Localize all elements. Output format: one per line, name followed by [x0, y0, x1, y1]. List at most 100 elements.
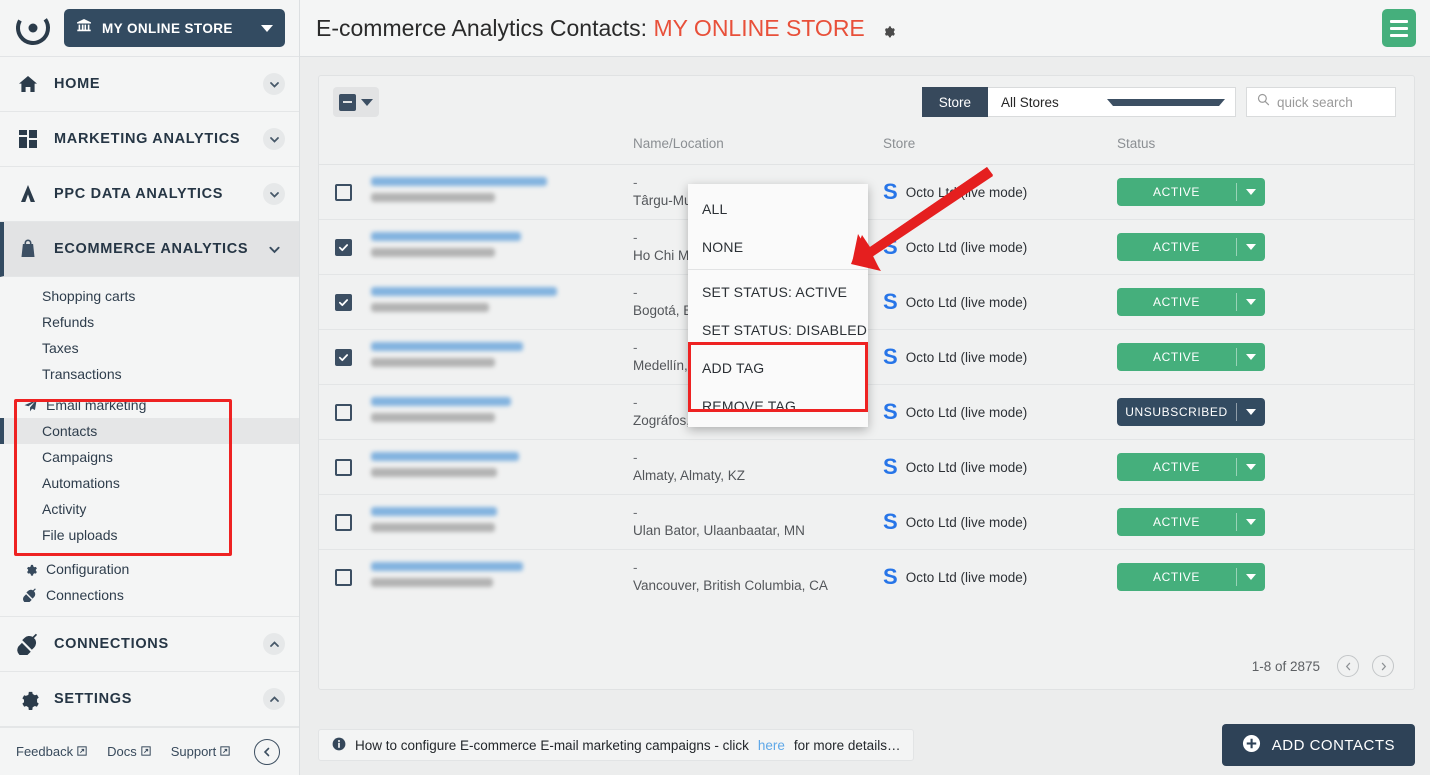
- sidebar-item-automations[interactable]: Automations: [0, 470, 299, 496]
- sidebar-item-home[interactable]: HOME: [0, 57, 299, 112]
- row-checkbox-unchecked[interactable]: [335, 568, 352, 586]
- sidebar-item-connections[interactable]: CONNECTIONS: [0, 617, 299, 672]
- status-badge[interactable]: ACTIVE: [1117, 508, 1265, 536]
- chevron-down-icon[interactable]: [1237, 464, 1265, 470]
- chevron-down-icon[interactable]: [263, 183, 285, 205]
- status-badge[interactable]: UNSUBSCRIBED: [1117, 398, 1265, 426]
- chevron-down-icon[interactable]: [1237, 354, 1265, 360]
- info-icon: [332, 737, 346, 754]
- dropdown-item-remove-tag[interactable]: REMOVE TAG: [688, 387, 868, 425]
- sidebar-header: MY ONLINE STORE: [0, 0, 299, 57]
- row-checkbox-unchecked[interactable]: [335, 458, 352, 476]
- store-filter: Store All Stores: [921, 87, 1236, 117]
- chevron-down-icon[interactable]: [1237, 244, 1265, 250]
- row-checkbox-unchecked[interactable]: [335, 183, 352, 201]
- sidebar-item-taxes[interactable]: Taxes: [0, 335, 299, 361]
- status-badge[interactable]: ACTIVE: [1117, 343, 1265, 371]
- gear-icon[interactable]: [880, 23, 896, 39]
- support-link[interactable]: Support: [171, 744, 231, 759]
- sidebar-item-configuration[interactable]: Configuration: [0, 556, 299, 582]
- panel-toolbar: Store All Stores: [319, 76, 1414, 128]
- sidebar-item-activity[interactable]: Activity: [0, 496, 299, 522]
- dropdown-item-set-status-disabled[interactable]: SET STATUS: DISABLED: [688, 311, 868, 349]
- store-filter-value: All Stores: [1001, 94, 1059, 110]
- status-cell: ACTIVE: [1117, 329, 1414, 385]
- store-cell: S Octo Ltd (live mode): [883, 439, 1117, 495]
- chevron-down-icon[interactable]: [1237, 299, 1265, 305]
- chevron-down-icon[interactable]: [1237, 519, 1265, 525]
- store-selector[interactable]: MY ONLINE STORE: [64, 9, 285, 47]
- search-input[interactable]: [1277, 94, 1385, 110]
- sidebar-item-shopping-carts[interactable]: Shopping carts: [0, 283, 299, 309]
- contact-location: Ulan Bator, Ulaanbaatar, MN: [633, 523, 805, 538]
- sidebar-item-contacts[interactable]: Contacts: [0, 418, 299, 444]
- table-row[interactable]: - Vancouver, British Columbia, CA S Octo Lt…: [319, 550, 1414, 605]
- dropdown-item-none[interactable]: NONE: [688, 228, 868, 266]
- col-email: [371, 128, 633, 165]
- chevron-up-icon[interactable]: [263, 633, 285, 655]
- feedback-link[interactable]: Feedback: [16, 744, 87, 759]
- chevron-down-icon[interactable]: [263, 73, 285, 95]
- sidebar-item-campaigns[interactable]: Campaigns: [0, 444, 299, 470]
- sidebar-label: PPC DATA ANALYTICS: [54, 186, 224, 202]
- sidebar-item-ppc-data-analytics[interactable]: PPC DATA ANALYTICS: [0, 167, 299, 222]
- status-cell: UNSUBSCRIBED: [1117, 384, 1414, 440]
- collapse-sidebar-button[interactable]: [254, 738, 281, 765]
- chevron-down-icon[interactable]: [1237, 574, 1265, 581]
- info-note-link[interactable]: here: [758, 738, 785, 753]
- status-badge[interactable]: ACTIVE: [1117, 453, 1265, 481]
- status-badge[interactable]: ACTIVE: [1117, 233, 1265, 261]
- sidebar-item-marketing-analytics[interactable]: MARKETING ANALYTICS: [0, 112, 299, 167]
- row-checkbox-checked[interactable]: [335, 348, 352, 366]
- plug-icon: [16, 633, 40, 655]
- pagination-prev-button[interactable]: [1337, 655, 1359, 677]
- dropdown-item-set-status-active[interactable]: SET STATUS: ACTIVE: [688, 273, 868, 311]
- hamburger-icon[interactable]: [1382, 9, 1416, 47]
- sidebar-item-connections-sub[interactable]: Connections: [0, 582, 299, 608]
- sub-label: Automations: [42, 475, 120, 491]
- email-cell: [371, 439, 633, 495]
- sidebar-item-data-monitoring[interactable]: Data Monitoring: [0, 608, 299, 616]
- status-badge[interactable]: ACTIVE: [1117, 288, 1265, 316]
- stripe-s-icon: S: [883, 454, 898, 479]
- stripe-s-icon: S: [883, 564, 898, 590]
- chevron-down-icon[interactable]: [1237, 189, 1265, 195]
- chevron-up-icon[interactable]: [263, 688, 285, 710]
- docs-link[interactable]: Docs: [107, 744, 151, 759]
- row-checkbox-checked[interactable]: [335, 293, 352, 311]
- quick-search[interactable]: [1246, 87, 1396, 117]
- page-title: E-commerce Analytics Contacts: MY ONLINE…: [316, 15, 896, 42]
- status-badge[interactable]: ACTIVE: [1117, 178, 1265, 206]
- email-cell: [371, 494, 633, 550]
- add-contacts-button[interactable]: ADD CONTACTS: [1221, 724, 1415, 766]
- chevron-down-icon[interactable]: [1237, 409, 1265, 415]
- feedback-label: Feedback: [16, 744, 74, 759]
- chevron-down-icon[interactable]: [263, 128, 285, 150]
- row-checkbox-unchecked[interactable]: [335, 513, 352, 531]
- sidebar: MY ONLINE STORE HOME MARKETING ANALYTICS…: [0, 0, 300, 775]
- chevron-down-icon[interactable]: [263, 238, 285, 260]
- email-cell: [371, 329, 633, 385]
- sidebar-item-email-marketing[interactable]: Email marketing: [0, 392, 299, 418]
- table-row[interactable]: - Ulan Bator, Ulaanbaatar, MN S Octo Ltd (l…: [319, 494, 1414, 550]
- sidebar-item-ecommerce-analytics[interactable]: ECOMMERCE ANALYTICS: [0, 222, 299, 277]
- row-checkbox-unchecked[interactable]: [335, 403, 352, 421]
- name-location-cell: - Vancouver, British Columbia, CA: [633, 550, 883, 605]
- table-row[interactable]: - Almaty, Almaty, KZ S Octo Ltd (live mode)…: [319, 439, 1414, 495]
- sidebar-item-transactions[interactable]: Transactions: [0, 361, 299, 387]
- sub-label: Data Monitoring: [46, 613, 145, 616]
- sidebar-item-file-uploads[interactable]: File uploads: [0, 522, 299, 548]
- sidebar-item-settings[interactable]: SETTINGS: [0, 672, 299, 727]
- store-filter-select[interactable]: All Stores: [988, 87, 1236, 117]
- dropdown-item-all[interactable]: ALL: [688, 190, 868, 228]
- status-badge[interactable]: ACTIVE: [1117, 563, 1265, 592]
- contact-name: -: [633, 560, 638, 576]
- dropdown-item-add-tag[interactable]: ADD TAG: [688, 349, 868, 387]
- sidebar-nav: HOME MARKETING ANALYTICS PPC DATA ANALYT…: [0, 57, 299, 616]
- row-checkbox-checked[interactable]: [335, 238, 352, 256]
- select-all-dropdown-button[interactable]: [333, 87, 379, 117]
- pagination-next-button[interactable]: [1372, 655, 1394, 677]
- sidebar-item-refunds[interactable]: Refunds: [0, 309, 299, 335]
- adwords-icon: [16, 184, 40, 204]
- bulk-actions-dropdown[interactable]: ALL NONE SET STATUS: ACTIVE SET STATUS: …: [688, 184, 868, 427]
